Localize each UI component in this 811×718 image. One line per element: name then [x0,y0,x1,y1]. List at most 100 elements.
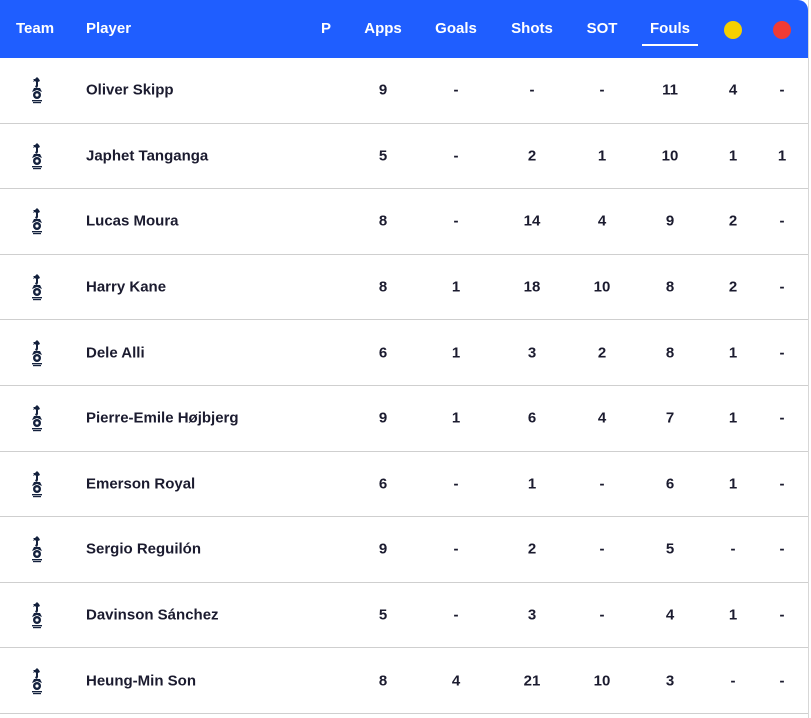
cell-red: - [779,344,785,362]
cell-red: - [779,212,785,230]
tottenham-crest-icon [28,339,46,367]
cell-red: - [779,672,785,690]
cell-red: 1 [777,147,787,165]
cell-fouls: 9 [665,212,675,230]
cell-yellow: - [730,672,736,690]
cell-fouls: 3 [665,672,675,690]
table-row[interactable]: Sergio Reguilón 9 - 2 - 5 - - [0,517,808,583]
cell-goals: 4 [451,672,461,690]
tottenham-crest-icon [28,535,46,563]
tottenham-crest-icon [28,142,46,170]
header-goals[interactable]: Goals [435,0,477,58]
cell-yellow: 4 [728,81,738,99]
cell-red: - [779,540,785,558]
cell-goals: 1 [451,278,461,296]
tottenham-crest-icon [28,207,46,235]
cell-apps: 6 [378,344,388,362]
header-shots[interactable]: Shots [511,0,553,58]
header-sot[interactable]: SOT [587,0,618,58]
table-header: Team Player P Apps Goals Shots SOT Fouls [0,0,808,58]
cell-yellow: 1 [728,344,738,362]
header-position[interactable]: P [321,0,331,58]
header-player[interactable]: Player [86,0,131,58]
cell-sot: 1 [597,147,607,165]
cell-apps: 5 [378,606,388,624]
cell-apps: 8 [378,672,388,690]
cell-apps: 9 [378,81,388,99]
player-stats-table: Team Player P Apps Goals Shots SOT Fouls… [0,0,809,718]
cell-goals: - [453,147,459,165]
cell-goals: 1 [451,344,461,362]
player-name[interactable]: Lucas Moura [86,213,179,230]
header-team[interactable]: Team [16,0,54,58]
cell-red: - [779,475,785,493]
cell-sot: 10 [593,672,611,690]
player-name[interactable]: Emerson Royal [86,475,195,492]
cell-shots: - [529,81,535,99]
cell-shots: 3 [527,344,537,362]
cell-yellow: 1 [728,475,738,493]
cell-goals: - [453,212,459,230]
player-name[interactable]: Japhet Tanganga [86,147,208,164]
player-name[interactable]: Davinson Sánchez [86,607,219,624]
player-name[interactable]: Oliver Skipp [86,82,174,99]
table-row[interactable]: Dele Alli 6 1 3 2 8 1 - [0,320,808,386]
cell-apps: 8 [378,212,388,230]
cell-sot: 10 [593,278,611,296]
player-name[interactable]: Sergio Reguilón [86,541,201,558]
cell-shots: 6 [527,409,537,427]
cell-goals: - [453,475,459,493]
cell-yellow: 1 [728,147,738,165]
table-row[interactable]: Heung-Min Son 8 4 21 10 3 - - [0,648,808,714]
cell-apps: 9 [378,409,388,427]
cell-fouls: 8 [665,344,675,362]
cell-shots: 2 [527,147,537,165]
player-name[interactable]: Harry Kane [86,279,166,296]
table-row[interactable]: Harry Kane 8 1 18 10 8 2 - [0,255,808,321]
cell-yellow: 2 [728,278,738,296]
yellow-card-icon[interactable] [724,21,742,39]
cell-shots: 2 [527,540,537,558]
cell-shots: 21 [523,672,541,690]
cell-fouls: 6 [665,475,675,493]
cell-red: - [779,81,785,99]
cell-apps: 9 [378,540,388,558]
cell-red: - [779,606,785,624]
table-row[interactable]: Pierre-Emile Højbjerg 9 1 6 4 7 1 - [0,386,808,452]
cell-shots: 18 [523,278,541,296]
table-row[interactable]: Emerson Royal 6 - 1 - 6 1 - [0,452,808,518]
cell-sot: - [599,606,605,624]
cell-shots: 1 [527,475,537,493]
table-body: Oliver Skipp 9- - -11 4- Japhet Tanganga 5-2 1 1… [0,58,808,714]
table-row[interactable]: Davinson Sánchez 5 - 3 - 4 1 - [0,583,808,649]
tottenham-crest-icon [28,76,46,104]
cell-yellow: 2 [728,212,738,230]
cell-goals: 1 [451,409,461,427]
table-row[interactable]: Japhet Tanganga 5 - 2 1 10 1 1 [0,124,808,190]
player-name[interactable]: Heung-Min Son [86,672,196,689]
table-row[interactable]: Oliver Skipp 9 - - - 11 4 - [0,58,808,124]
cell-yellow: 1 [728,409,738,427]
player-name[interactable]: Pierre-Emile Højbjerg [86,410,239,427]
cell-sot: - [599,540,605,558]
cell-fouls: 4 [665,606,675,624]
cell-sot: - [599,81,605,99]
header-fouls[interactable]: Fouls [642,0,698,58]
player-name[interactable]: Dele Alli [86,344,145,361]
cell-sot: - [599,475,605,493]
tottenham-crest-icon [28,601,46,629]
cell-shots: 3 [527,606,537,624]
table-row[interactable]: Lucas Moura 8 - 14 4 9 2 - [0,189,808,255]
header-fouls-label: Fouls [650,20,690,37]
cell-apps: 6 [378,475,388,493]
tottenham-crest-icon [28,667,46,695]
cell-yellow: 1 [728,606,738,624]
header-apps[interactable]: Apps [364,0,402,58]
cell-fouls: 11 [662,81,678,99]
cell-fouls: 7 [665,409,675,427]
cell-goals: - [453,540,459,558]
cell-sot: 4 [597,212,607,230]
red-card-icon[interactable] [773,21,791,39]
cell-apps: 5 [378,147,388,165]
tottenham-crest-icon [28,404,46,432]
